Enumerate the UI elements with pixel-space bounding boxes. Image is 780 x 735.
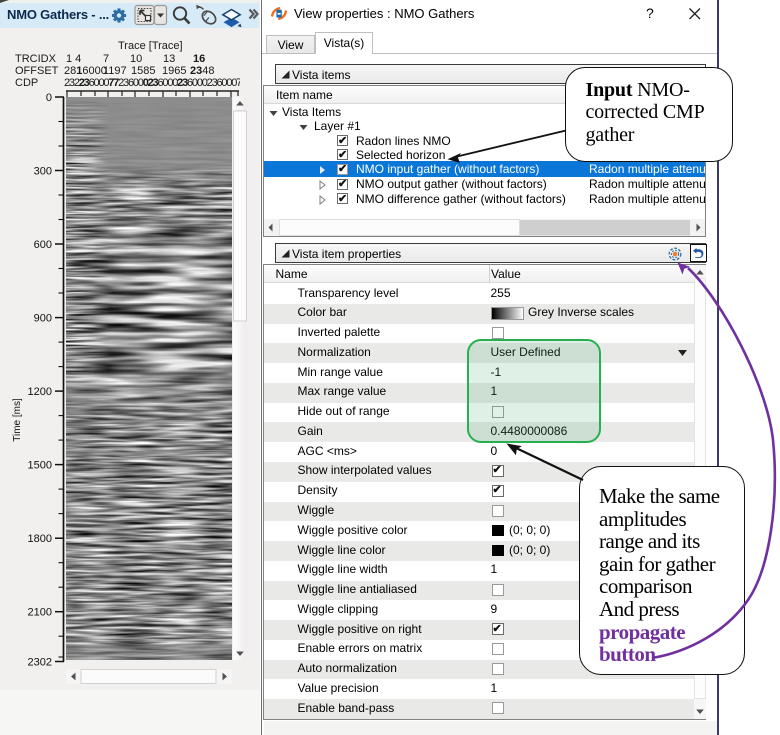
svg-text:Time [ms]: Time [ms]	[12, 398, 23, 442]
svg-text:0: 0	[46, 92, 52, 104]
svg-text:600: 600	[34, 239, 52, 251]
svg-text:1500: 1500	[28, 460, 52, 472]
svg-text:1800: 1800	[28, 533, 52, 545]
svg-text:300: 300	[34, 166, 52, 178]
svg-text:1200: 1200	[28, 386, 52, 398]
svg-text:2100: 2100	[28, 607, 52, 619]
svg-text:2302: 2302	[28, 657, 52, 669]
svg-text:900: 900	[34, 313, 52, 325]
